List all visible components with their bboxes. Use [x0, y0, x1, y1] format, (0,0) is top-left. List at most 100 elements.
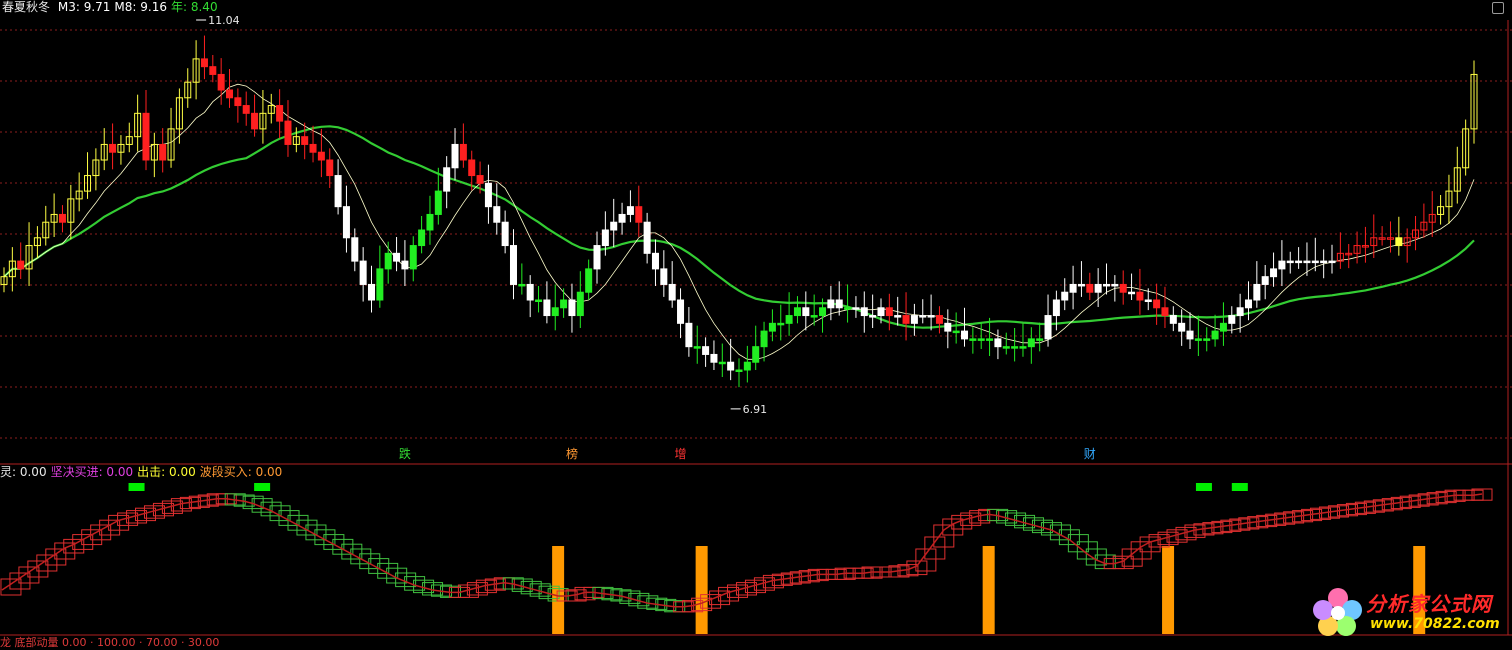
candle-body	[535, 299, 543, 302]
momentum-step	[269, 505, 291, 522]
candle-body	[334, 175, 342, 208]
momentum-step	[81, 529, 103, 546]
candle-body	[484, 182, 492, 208]
candle-body	[359, 260, 367, 285]
candle-body	[827, 299, 835, 309]
candle-body	[944, 322, 952, 332]
candle-body	[142, 112, 150, 161]
candle-body	[476, 175, 484, 184]
candle-body	[969, 338, 977, 341]
sub-indicator-header: 灵: 0.00 坚决买进: 0.00 出击: 0.00 波段买入: 0.00	[0, 465, 286, 479]
candle-body	[935, 315, 943, 324]
candle-body	[743, 361, 751, 371]
candle-body	[276, 105, 284, 122]
candle-body	[209, 66, 217, 75]
candle-body	[793, 307, 801, 317]
signal-bar	[982, 546, 995, 634]
momentum-step	[924, 536, 946, 560]
candle-body	[718, 361, 726, 365]
candle-body	[735, 369, 743, 372]
candle-body	[1186, 330, 1194, 340]
candle-body	[1102, 283, 1111, 287]
annotation-low: 6.91	[743, 403, 768, 416]
candle-body	[284, 120, 292, 145]
marker-label: 榜	[566, 446, 578, 461]
signal-flag	[1195, 483, 1212, 491]
candle-body	[1244, 299, 1252, 309]
candle-body	[526, 283, 534, 301]
candle-body	[635, 206, 643, 223]
candle-body	[543, 299, 551, 317]
candle-body	[17, 260, 25, 270]
candle-body	[459, 143, 467, 161]
momentum-step	[951, 514, 973, 530]
watermark-url: www.70822.com	[1370, 616, 1500, 632]
candle-body	[1295, 260, 1303, 264]
candle-body	[109, 143, 117, 153]
marker-label: 跌	[399, 446, 411, 461]
candle-body	[668, 283, 676, 301]
main-indicator-header: 春夏秋冬 M3: 9.71 M8: 9.16 年: 8.40	[2, 0, 226, 14]
candle-body	[493, 206, 501, 223]
momentum-step	[906, 560, 928, 576]
bottom-indicator-header: 龙 底部动量 0.00 · 100.00 · 70.00 · 30.00	[0, 636, 220, 649]
marker-label: 增	[675, 447, 687, 461]
momentum-step	[99, 519, 121, 536]
indicator-value-0: M3: 9.71	[57, 0, 111, 14]
candle-body	[1328, 260, 1336, 264]
candle-body	[869, 315, 877, 318]
candle-body	[1119, 283, 1127, 293]
momentum-step	[1139, 536, 1161, 553]
price-annotations: 11.04 6.91	[196, 14, 767, 416]
candle-body	[910, 315, 918, 324]
momentum-step	[108, 514, 130, 531]
watermark-name: 分析家公式网	[1366, 592, 1492, 616]
candle-body	[1002, 346, 1010, 349]
momentum-step	[332, 538, 354, 555]
momentum-step	[278, 510, 300, 526]
candle-body	[1061, 291, 1069, 301]
candle-body	[376, 268, 384, 301]
momentum-step	[1049, 524, 1071, 541]
candle-body	[1253, 283, 1261, 301]
candle-body	[518, 283, 526, 287]
momentum-step	[915, 548, 937, 572]
window-control-icon[interactable]	[1492, 2, 1504, 14]
candle-body	[58, 213, 66, 223]
candle-body	[919, 315, 927, 318]
candle-body	[835, 299, 843, 309]
momentum-step	[45, 548, 67, 566]
candle-body	[1311, 260, 1319, 264]
candle-body	[702, 346, 710, 355]
candle-body	[877, 307, 885, 317]
candle-body	[1044, 315, 1052, 340]
candle-body	[409, 245, 417, 270]
sub-indicator-value-3: 波段买入: 0.00	[199, 465, 283, 479]
candle-body	[1136, 291, 1144, 301]
candle-body	[1094, 283, 1102, 293]
indicator-title: 春夏秋冬	[2, 0, 51, 14]
candle-body	[1052, 299, 1060, 317]
candle-body	[952, 330, 960, 334]
candle-body	[994, 338, 1002, 348]
candle-body	[768, 322, 776, 332]
candle-body	[810, 315, 818, 318]
momentum-step	[18, 566, 40, 584]
candle-body	[844, 307, 852, 310]
momentum-step	[90, 524, 112, 541]
indicator-value-1: M8: 9.16	[114, 0, 167, 14]
candle-body	[451, 143, 459, 169]
candle-body	[1153, 299, 1161, 309]
candle-body	[885, 307, 893, 317]
sub-indicator-value-2: 出击: 0.00	[137, 465, 196, 479]
candle-body	[576, 291, 584, 317]
candle-body	[618, 213, 626, 223]
watermark: 分析家公式网 www.70822.com	[1310, 582, 1510, 642]
candle-body	[1194, 338, 1202, 341]
candle-body	[501, 221, 509, 247]
candle-body	[777, 322, 785, 326]
candle-body	[434, 190, 442, 215]
signal-markers: 跌榜增财	[399, 446, 1096, 461]
candle-body	[1069, 283, 1077, 293]
momentum-step	[0, 578, 22, 596]
